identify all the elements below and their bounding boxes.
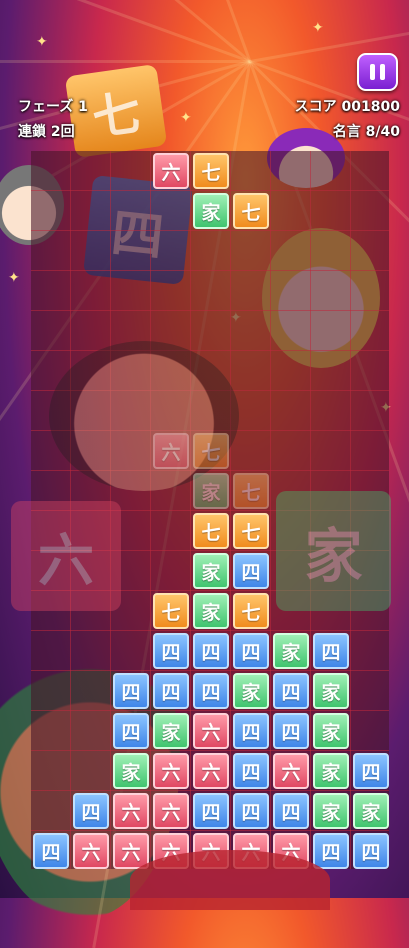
board-tile: 家 xyxy=(233,673,269,709)
board-tile: 四 xyxy=(153,673,189,709)
falling-tile[interactable]: 家 xyxy=(193,193,229,229)
background-tile-bottom-right: 家 xyxy=(276,491,391,611)
board-tile: 家 xyxy=(193,553,229,589)
board-tile: 家 xyxy=(313,793,349,829)
board-tile: 家 xyxy=(273,633,309,669)
board-tile: 七 xyxy=(233,593,269,629)
board-tile: 六 xyxy=(193,753,229,789)
board-tile: 四 xyxy=(273,793,309,829)
board-tile: 家 xyxy=(353,793,389,829)
pause-button[interactable] xyxy=(357,53,398,91)
board-tile: 家 xyxy=(313,673,349,709)
board-tile: 四 xyxy=(353,753,389,789)
board-tile: 四 xyxy=(273,713,309,749)
ghost-tile: 六 xyxy=(153,433,189,469)
sparkle-icon: ✦ xyxy=(8,270,20,286)
character-bottom-mouth xyxy=(130,850,330,910)
board-tile: 四 xyxy=(233,633,269,669)
board-tile: 四 xyxy=(313,633,349,669)
board-tile: 四 xyxy=(193,633,229,669)
board-tile: 四 xyxy=(353,833,389,869)
pause-icon xyxy=(380,64,385,80)
board-tile: 四 xyxy=(113,673,149,709)
board-tile: 六 xyxy=(153,753,189,789)
board-tile: 七 xyxy=(153,593,189,629)
background-tile-bottom-left: 六 xyxy=(11,501,121,611)
board-tile: 家 xyxy=(153,713,189,749)
board-tile: 家 xyxy=(313,713,349,749)
board-tile: 四 xyxy=(233,793,269,829)
board-tile: 四 xyxy=(193,673,229,709)
ghost-tile: 家 xyxy=(193,473,229,509)
board-tile: 家 xyxy=(113,753,149,789)
ghost-tile: 七 xyxy=(193,433,229,469)
chain-count-label: 連鎖 2回 xyxy=(18,124,75,140)
falling-tile[interactable]: 七 xyxy=(193,153,229,189)
board-tile: 四 xyxy=(233,713,269,749)
quote-progress-label: 名言 8/40 xyxy=(332,124,400,140)
board-tile: 六 xyxy=(273,753,309,789)
board-tile: 六 xyxy=(113,793,149,829)
pause-icon xyxy=(370,64,375,80)
board-tile: 四 xyxy=(33,833,69,869)
board-tile: 四 xyxy=(273,673,309,709)
board-tile: 六 xyxy=(73,833,109,869)
board-tile: 四 xyxy=(233,753,269,789)
sparkle-icon: ✦ xyxy=(36,34,48,50)
board-tile: 七 xyxy=(193,513,229,549)
score-label: スコア 001800 xyxy=(294,99,400,115)
board-tile: 四 xyxy=(193,793,229,829)
board-tile: 四 xyxy=(153,633,189,669)
board-tile: 四 xyxy=(313,833,349,869)
board-tile: 四 xyxy=(73,793,109,829)
board-tile: 四 xyxy=(113,713,149,749)
ghost-tile: 七 xyxy=(233,473,269,509)
falling-tile[interactable]: 七 xyxy=(233,193,269,229)
sparkle-icon: ✦ xyxy=(312,20,324,36)
board-tile: 家 xyxy=(193,593,229,629)
game-board[interactable]: 六 家 六七家七七七家四七家七四四四家四四四四家四家四家六四四家家六六四六家四四… xyxy=(11,151,391,869)
board-tile: 四 xyxy=(233,553,269,589)
board-tile: 七 xyxy=(233,513,269,549)
board-tile: 六 xyxy=(153,793,189,829)
board-tile: 六 xyxy=(193,713,229,749)
phase-label: フェーズ 1 xyxy=(18,99,88,115)
falling-tile[interactable]: 六 xyxy=(153,153,189,189)
board-tile: 家 xyxy=(313,753,349,789)
sparkle-icon: ✦ xyxy=(180,110,192,126)
